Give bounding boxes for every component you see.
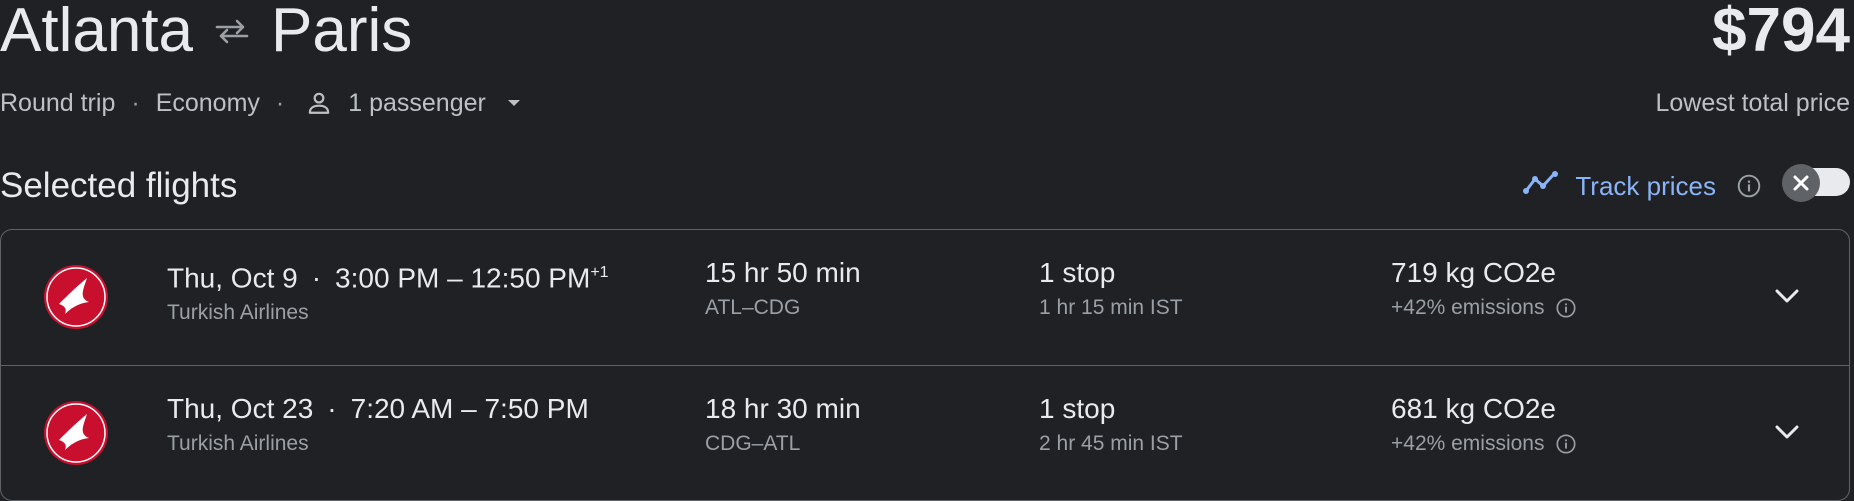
airline-name: Turkish Airlines (167, 432, 309, 455)
selected-flights-card: Thu, Oct 9 · 3:00 PM – 12:50 PM+1 Turkish … (0, 229, 1850, 501)
trip-options: Round trip · Economy · 1 passenger (0, 86, 522, 120)
flight-emissions: 719 kg CO2e (1391, 257, 1556, 288)
track-prices-toggle[interactable] (1782, 164, 1850, 202)
flight-date: Thu, Oct 23 (167, 393, 314, 424)
emissions-delta-row: +42% emissions (1391, 430, 1577, 458)
separator-dot: · (275, 89, 285, 117)
flight-schedule: Thu, Oct 23 · 7:20 AM – 7:50 PM (167, 393, 589, 424)
total-price: $794 (1712, 0, 1850, 65)
route-title: Atlanta Paris (0, 0, 412, 64)
chevron-down-icon[interactable] (1771, 416, 1803, 448)
chevron-down-icon[interactable] (1771, 280, 1803, 312)
flight-stops: 1 stop (1039, 257, 1116, 288)
flight-date: Thu, Oct 9 (167, 262, 298, 294)
flight-times: 3:00 PM – 12:50 PM (335, 262, 591, 294)
flight-duration: 18 hr 30 min (705, 393, 861, 424)
flight-row-outbound[interactable]: Thu, Oct 9 · 3:00 PM – 12:50 PM+1 Turkish … (1, 230, 1849, 365)
separator-dot: · (131, 89, 140, 117)
flight-duration: 15 hr 50 min (705, 257, 861, 288)
destination-city: Paris (271, 0, 413, 65)
info-icon[interactable] (1555, 297, 1577, 319)
flight-schedule: Thu, Oct 9 · 3:00 PM – 12:50 PM+1 (167, 262, 609, 294)
flight-stops: 1 stop (1039, 393, 1116, 424)
swap-arrows-icon (215, 18, 249, 44)
layover-info: 2 hr 45 min IST (1039, 432, 1183, 455)
turkish-airlines-logo (43, 400, 109, 466)
info-icon[interactable] (1736, 173, 1762, 199)
flight-row-return[interactable]: Thu, Oct 23 · 7:20 AM – 7:50 PM Turkish Ai… (1, 365, 1849, 500)
close-icon (1782, 164, 1820, 202)
day-offset: +1 (590, 264, 609, 281)
flight-route: CDG–ATL (705, 432, 801, 455)
section-title: Selected flights (0, 166, 238, 205)
trend-line-icon (1523, 168, 1561, 204)
caret-down-icon[interactable] (506, 98, 522, 108)
emissions-delta-row: +42% emissions (1391, 294, 1577, 322)
info-icon[interactable] (1555, 433, 1577, 455)
emissions-delta: +42% emissions (1391, 296, 1545, 319)
flight-times: 7:20 AM – 7:50 PM (350, 393, 589, 424)
passenger-count[interactable]: 1 passenger (348, 86, 486, 120)
turkish-airlines-logo (43, 264, 109, 330)
cabin-class: Economy (155, 89, 260, 117)
person-icon (306, 90, 332, 116)
price-caption: Lowest total price (1655, 89, 1850, 117)
flight-emissions: 681 kg CO2e (1391, 393, 1556, 424)
airline-name: Turkish Airlines (167, 301, 309, 325)
origin-city: Atlanta (0, 0, 194, 65)
emissions-delta: +42% emissions (1391, 432, 1545, 455)
trip-type: Round trip (0, 89, 116, 117)
track-prices[interactable]: Track prices (1523, 168, 1762, 204)
layover-info: 1 hr 15 min IST (1039, 296, 1183, 319)
track-prices-label[interactable]: Track prices (1575, 168, 1716, 204)
flight-route: ATL–CDG (705, 296, 801, 319)
